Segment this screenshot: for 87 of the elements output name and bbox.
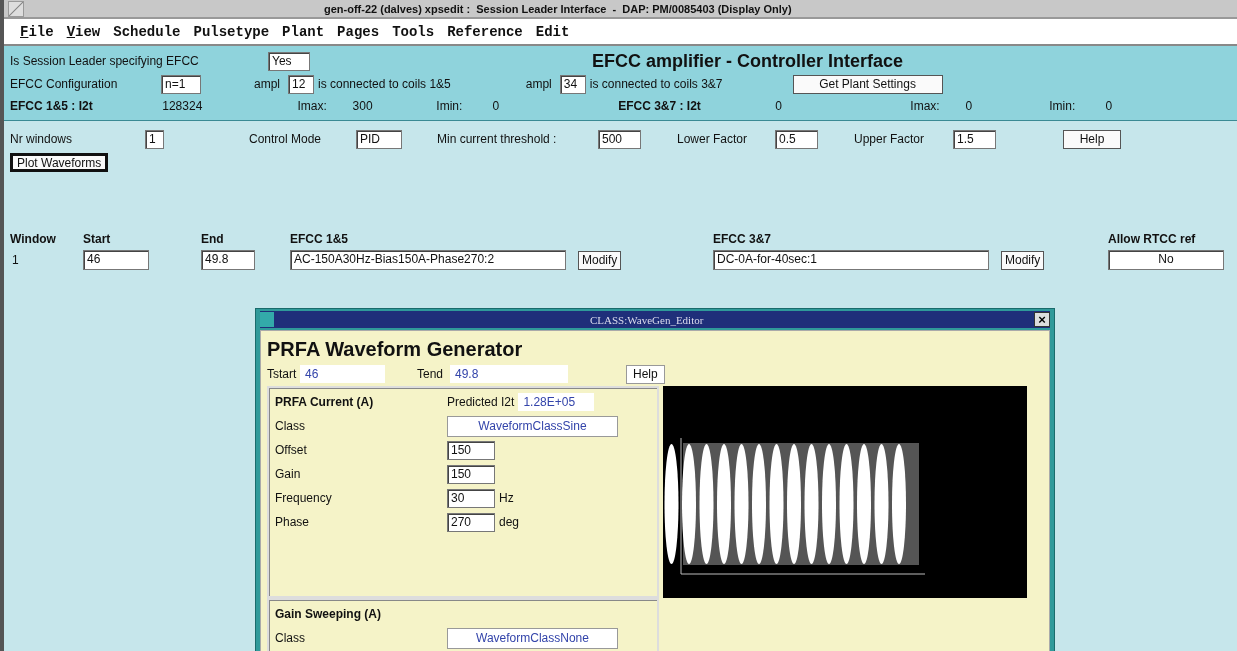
imax-label: Imax: xyxy=(297,99,328,113)
tstart-field[interactable]: 46 xyxy=(300,365,385,383)
menu-item[interactable]: View xyxy=(66,23,101,40)
column-header: EFCC 3&7 xyxy=(713,232,772,246)
menu-item[interactable]: Tools xyxy=(392,23,435,40)
connection-text: is connected to coils 3&7 xyxy=(589,77,723,91)
predicted-value: 1.28E+05 xyxy=(518,393,595,411)
input-field[interactable]: 1 xyxy=(145,129,164,149)
table-cell-text: 1 xyxy=(11,253,20,267)
field-label: Class xyxy=(275,631,306,645)
tend-field[interactable]: 49.8 xyxy=(450,365,568,383)
imax-label: Imax: xyxy=(910,99,941,113)
column-header: Allow RTCC ref xyxy=(1108,232,1197,246)
field-label: ampl xyxy=(254,77,280,91)
menu-item[interactable]: Reference xyxy=(447,23,523,40)
field-label: Upper Factor xyxy=(854,132,926,146)
field-label: Nr windows xyxy=(10,132,73,146)
leader-field[interactable]: Yes xyxy=(268,51,310,71)
input-field[interactable]: 500 xyxy=(598,129,641,149)
input-field[interactable]: 150 xyxy=(447,464,495,484)
get-plant-settings-button[interactable]: Get Plant Settings xyxy=(792,74,943,94)
imin-value: 0 xyxy=(492,99,501,113)
imin-value: 0 xyxy=(1105,99,1114,113)
connection-text: is connected to coils 1&5 xyxy=(318,77,451,91)
waveform-field[interactable]: AC-150A30Hz-Bias150A-Phase270:2 xyxy=(290,250,566,270)
field-label: Offset xyxy=(275,443,308,457)
input-field[interactable]: PID xyxy=(356,129,402,149)
modify-button[interactable]: Modify xyxy=(578,250,622,270)
unit-label: deg xyxy=(499,515,520,529)
menu-item[interactable]: Edit xyxy=(535,23,570,40)
menu-item[interactable]: Schedule xyxy=(113,23,181,40)
field-label: Frequency xyxy=(275,491,333,505)
i2t-label: EFCC 3&7 : I2t xyxy=(618,99,702,113)
input-field[interactable]: 150 xyxy=(447,440,495,460)
menu-item[interactable]: Pulsetype xyxy=(193,23,270,40)
imax-value: 0 xyxy=(965,99,974,113)
column-header: EFCC 1&5 xyxy=(290,232,349,246)
class-button[interactable]: WaveformClassSine xyxy=(447,415,618,437)
menu-item[interactable]: File xyxy=(20,23,54,40)
field-label: ampl xyxy=(525,77,552,91)
column-header: Start xyxy=(83,232,112,246)
waveform-field[interactable]: DC-0A-for-40sec:1 xyxy=(713,250,989,270)
help-button[interactable]: Help xyxy=(626,364,665,384)
page-title: EFCC amplifier - Controller Interface xyxy=(592,50,904,72)
field-label: EFCC Configuration xyxy=(10,77,119,91)
input-field[interactable]: 0.5 xyxy=(775,129,818,149)
i2t-value: 0 xyxy=(775,99,783,113)
input-field[interactable]: 1.5 xyxy=(953,129,996,149)
input-field[interactable]: 270 xyxy=(447,512,495,532)
field-label: Gain xyxy=(275,467,302,481)
menu-item[interactable]: Pages xyxy=(337,23,380,40)
imin-label: Imin: xyxy=(1049,99,1077,113)
section-title: Gain Sweeping (A) xyxy=(275,607,381,621)
window-menu-icon[interactable] xyxy=(8,0,24,17)
column-header: End xyxy=(201,232,225,246)
dialog-heading: PRFA Waveform Generator xyxy=(267,337,524,362)
allow-rtcc-field[interactable]: No xyxy=(1108,250,1224,270)
field-label: Tstart xyxy=(267,367,298,381)
configuration-field[interactable]: n=1 xyxy=(161,74,201,94)
amplifier-field[interactable]: 12 xyxy=(288,74,314,94)
window-title: gen-off-22 (dalves) xpsedit : Session Leader Interface - DAP: PM/0085403 (Display Only) xyxy=(324,2,792,15)
field-label: Phase xyxy=(275,515,311,529)
i2t-label: EFCC 1&5 : I2t xyxy=(10,99,94,113)
menu-item[interactable]: Plant xyxy=(282,23,325,40)
window-title: CLASS:WaveGen_Editor xyxy=(590,313,704,326)
field-label: Predicted I2t xyxy=(447,395,515,409)
help-button[interactable]: Help xyxy=(1063,129,1121,149)
modify-button[interactable]: Modify xyxy=(1001,250,1045,270)
imax-value: 300 xyxy=(352,99,374,113)
field-label: Lower Factor xyxy=(677,132,749,146)
start-field[interactable]: 46 xyxy=(83,250,149,270)
end-field[interactable]: 49.8 xyxy=(201,250,255,270)
plot-waveforms-button[interactable]: Plot Waveforms xyxy=(10,153,109,172)
section-title: PRFA Current (A) xyxy=(275,395,375,409)
field-label: Is Session Leader specifying EFCC xyxy=(10,54,200,68)
amplifier-field[interactable]: 34 xyxy=(559,74,586,94)
field-label: Control Mode xyxy=(249,132,323,146)
unit-label: Hz xyxy=(499,491,514,505)
field-label: Tend xyxy=(417,367,445,381)
imin-label: Imin: xyxy=(436,99,464,113)
field-label: Min current threshold : xyxy=(437,132,558,146)
input-field[interactable]: 30 xyxy=(447,488,495,508)
close-button[interactable]: × xyxy=(1034,312,1050,327)
column-header: Window xyxy=(10,232,57,246)
class-button[interactable]: WaveformClassNone xyxy=(447,627,618,649)
field-label: Class xyxy=(275,419,306,433)
i2t-value: 128324 xyxy=(162,99,204,113)
